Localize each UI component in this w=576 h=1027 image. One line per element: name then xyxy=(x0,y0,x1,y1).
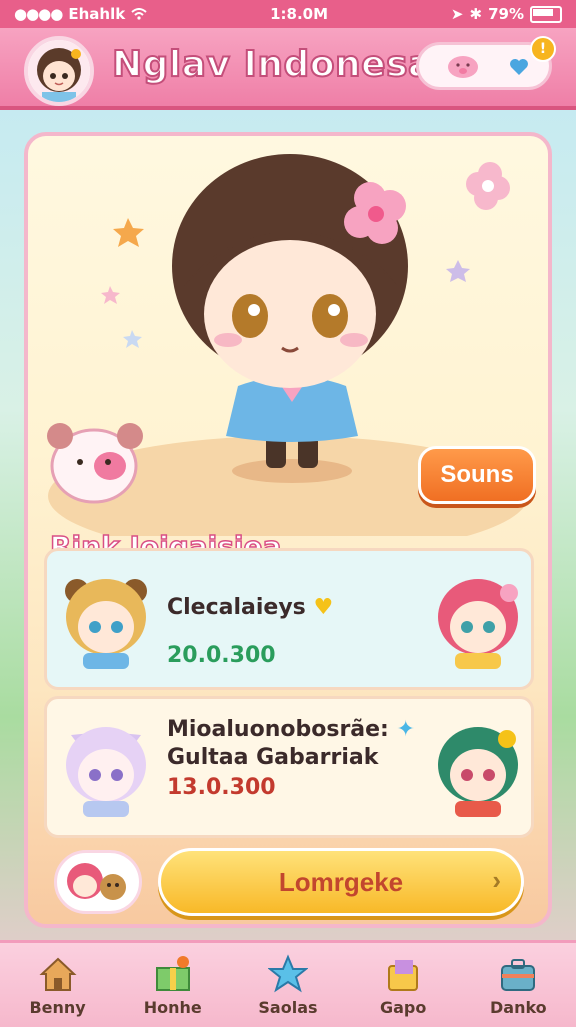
toolbox-icon xyxy=(501,958,536,991)
battery-percent: 79% xyxy=(488,5,524,23)
lavender-chibi-avatar xyxy=(66,727,146,817)
ranking-player-name-line2: Gultaa Gabarriak xyxy=(167,745,379,770)
chibi-girl-character xyxy=(172,154,408,483)
chevron-right-icon: › xyxy=(492,865,501,895)
signal-icon: ●●●● xyxy=(14,5,63,23)
gift-box-icon xyxy=(155,955,190,991)
wifi-icon xyxy=(131,8,147,20)
green-hair-chibi-avatar xyxy=(438,727,518,817)
ranking-row[interactable]: Clecalaieys ♥ 20.0.300 xyxy=(44,548,534,690)
heart-icon: ♥ xyxy=(313,595,334,620)
status-time: 1:8.0M xyxy=(270,5,329,23)
shopping-bag-icon xyxy=(388,959,419,991)
sparkle-icon: ✦ xyxy=(396,717,415,742)
flower-decoration-icon xyxy=(466,162,510,210)
blonde-chibi-avatar xyxy=(65,579,147,669)
carrier-label: Ehahlk xyxy=(68,5,126,23)
status-right: ➤ ✱ 79% xyxy=(451,5,562,23)
app-header: Nglav Indonesai ! xyxy=(0,28,576,110)
house-icon xyxy=(39,957,77,991)
ranking-player-name: Clecalaieys ♥ xyxy=(167,595,334,620)
friends-avatar[interactable] xyxy=(54,850,142,914)
girl-portrait-icon xyxy=(28,40,90,102)
location-icon: ➤ xyxy=(450,5,464,23)
primary-action-button[interactable]: Lomrgeke › xyxy=(158,848,524,916)
tab-benny[interactable]: Benny xyxy=(8,943,108,1027)
star-icon xyxy=(267,953,308,992)
primary-action-label: Lomrgeke xyxy=(278,866,404,897)
battery-icon xyxy=(529,5,562,23)
tab-label: Benny xyxy=(29,997,86,1017)
ranking-row[interactable]: Mioaluonobosrãe: ✦ Gultaa Gabarriak 13.0… xyxy=(44,696,534,838)
ranking-player-name: Mioaluonobosrãe: ✦ xyxy=(167,717,415,742)
tab-label: Danko xyxy=(490,997,547,1017)
sound-button[interactable]: Souns xyxy=(418,446,536,504)
status-left: ●●●● Ehahlk xyxy=(14,5,147,23)
pig-icon xyxy=(448,56,478,78)
tab-saolas[interactable]: Saolas xyxy=(238,943,338,1027)
tab-label: Saolas xyxy=(258,997,318,1017)
heart-icon xyxy=(510,59,528,75)
ranking-score: 13.0.300 xyxy=(167,775,276,800)
tab-label: Gapo xyxy=(379,997,427,1017)
tab-gapo[interactable]: Gapo xyxy=(353,943,453,1027)
app-title: Nglav Indonesai xyxy=(111,43,446,86)
notification-badge[interactable]: ! xyxy=(530,36,556,62)
tab-label: Honhe xyxy=(143,997,202,1017)
tab-danko[interactable]: Danko xyxy=(468,943,568,1027)
tab-honhe[interactable]: Honhe xyxy=(123,943,223,1027)
ranking-score: 20.0.300 xyxy=(167,643,276,668)
status-bar: ●●●● Ehahlk 1:8.0M ➤ ✱ 79% xyxy=(0,0,576,28)
bottom-tab-bar: Benny Honhe Saolas Gapo Danko xyxy=(0,940,576,1027)
bottom-action-row: Lomrgeke › xyxy=(28,844,548,924)
profile-avatar[interactable] xyxy=(24,36,94,106)
pink-hair-chibi-avatar xyxy=(438,579,518,669)
friends-group-icon xyxy=(67,863,126,900)
main-card: Souns Rink Ioigaisiea Clecalaieys ♥ 20.0… xyxy=(24,132,552,928)
bluetooth-icon: ✱ xyxy=(469,5,483,23)
